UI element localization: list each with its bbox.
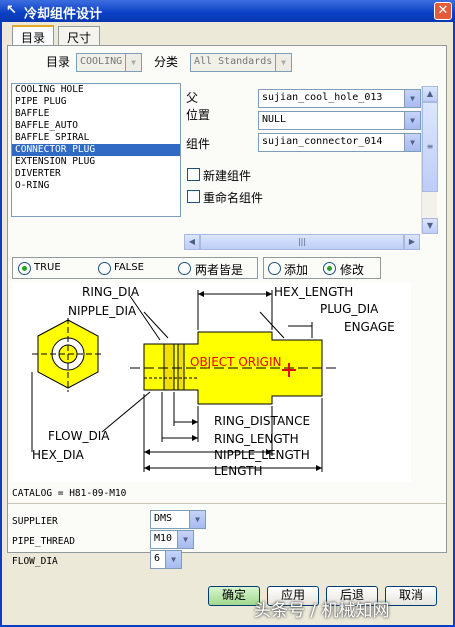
title-bar: ↖ 冷却组件设计 ✕ xyxy=(0,0,455,22)
supplier-select[interactable]: DMS ▼ xyxy=(150,510,206,529)
radio-both[interactable] xyxy=(178,262,191,275)
param-label-pipe-thread: PIPE_THREAD xyxy=(12,536,75,547)
watermark-text: 头条号 / 机械知网 xyxy=(254,601,390,621)
rename-component-checkbox[interactable] xyxy=(187,190,200,203)
label-object-origin: OBJECT ORIGIN xyxy=(190,355,282,369)
list-item[interactable]: BAFFLE xyxy=(12,108,180,120)
list-item[interactable]: BAFFLE SPIRAL xyxy=(12,132,180,144)
cancel-button[interactable]: 取消 xyxy=(385,586,437,606)
category-value: All Standards xyxy=(194,56,273,67)
chevron-down-icon: ▼ xyxy=(404,112,420,129)
label-hex-dia: HEX_DIA xyxy=(32,448,84,462)
radio-modify-label: 修改 xyxy=(340,263,365,277)
list-item[interactable]: PIPE PLUG xyxy=(12,96,180,108)
app-icon: ↖ xyxy=(6,3,17,18)
scroll-thumb[interactable]: ≡ xyxy=(422,102,438,192)
ok-button[interactable]: 确定 xyxy=(208,586,260,606)
flow-dia-value: 6 xyxy=(154,553,161,564)
param-label-supplier: SUPPLIER xyxy=(12,516,58,527)
radio-both-label: 两者皆是 xyxy=(195,263,244,277)
chevron-down-icon: ▼ xyxy=(275,54,291,71)
component-select[interactable]: sujian_connector_014 ▼ xyxy=(258,133,421,152)
scroll-right-icon[interactable]: ▶ xyxy=(404,234,420,250)
radio-modify[interactable] xyxy=(323,262,336,275)
tab-catalog[interactable]: 目录 xyxy=(12,25,55,47)
label-ring-length: RING_LENGTH xyxy=(214,432,299,446)
list-item-selected[interactable]: CONNECTOR PLUG xyxy=(12,144,180,156)
label-nipple-dia: NIPPLE_DIA xyxy=(68,304,137,318)
horizontal-scrollbar[interactable]: ◀ ||| ▶ xyxy=(184,234,420,250)
vertical-scrollbar[interactable]: ▲ ≡ ▼ xyxy=(421,86,438,234)
component-label: 组件 xyxy=(186,137,211,151)
label-hex-length: HEX_LENGTH xyxy=(274,285,354,299)
scroll-down-icon[interactable]: ▼ xyxy=(422,218,438,234)
pipe-thread-select[interactable]: M10 ▼ xyxy=(150,530,194,549)
close-icon[interactable]: ✕ xyxy=(434,2,452,20)
position-select[interactable]: NULL ▼ xyxy=(258,111,421,130)
radio-false-label: FALSE xyxy=(114,262,144,273)
param-label-flow-dia: FLOW_DIA xyxy=(12,556,58,567)
new-component-checkbox[interactable] xyxy=(187,168,200,181)
chevron-down-icon: ▼ xyxy=(177,531,193,548)
catalog-label: 目录 xyxy=(46,55,71,69)
scroll-thumb-horizontal[interactable]: ||| xyxy=(200,234,404,250)
chevron-down-icon: ▼ xyxy=(125,54,141,71)
radio-true[interactable] xyxy=(18,262,31,275)
label-nipple-length: NIPPLE_LENGTH xyxy=(214,448,310,462)
radio-false[interactable] xyxy=(98,262,111,275)
list-item[interactable]: EXTENSION PLUG xyxy=(12,156,180,168)
chevron-down-icon: ▼ xyxy=(404,90,420,107)
label-length: LENGTH xyxy=(214,464,263,478)
list-item[interactable]: COOLING HOLE xyxy=(12,84,180,96)
parent-value: sujian_cool_hole_013 xyxy=(262,92,383,103)
new-component-label: 新建组件 xyxy=(203,169,252,183)
label-flow-dia: FLOW_DIA xyxy=(48,429,110,443)
radio-add-label: 添加 xyxy=(284,263,309,277)
parent-select[interactable]: sujian_cool_hole_013 ▼ xyxy=(258,89,421,108)
label-engage: ENGAGE xyxy=(344,320,395,334)
list-item[interactable]: DIVERTER xyxy=(12,168,180,180)
divider xyxy=(8,503,446,504)
chevron-down-icon: ▼ xyxy=(165,551,181,568)
rename-component-label: 重命名组件 xyxy=(203,191,264,205)
pipe-thread-value: M10 xyxy=(154,533,173,544)
catalog-select[interactable]: COOLING ▼ xyxy=(76,53,142,72)
label-ring-distance: RING_DISTANCE xyxy=(214,414,311,428)
category-select[interactable]: All Standards ▼ xyxy=(190,53,292,72)
list-item[interactable]: O-RING xyxy=(12,180,180,192)
position-label: 位置 xyxy=(186,108,211,122)
position-value: NULL xyxy=(262,114,287,125)
parent-label: 父 xyxy=(186,91,199,105)
category-label: 分类 xyxy=(154,55,179,69)
window-title: 冷却组件设计 xyxy=(24,7,103,22)
flow-dia-select[interactable]: 6 ▼ xyxy=(150,550,182,569)
tab-dimensions[interactable]: 尺寸 xyxy=(58,26,101,46)
scroll-left-icon[interactable]: ◀ xyxy=(184,234,200,250)
label-ring-dia: RING_DIA xyxy=(82,285,140,299)
radio-add[interactable] xyxy=(268,262,281,275)
catalog-value: COOLING xyxy=(80,56,123,67)
chevron-down-icon: ▼ xyxy=(189,511,205,528)
label-plug-dia: PLUG_DIA xyxy=(320,302,379,316)
scroll-up-icon[interactable]: ▲ xyxy=(422,86,438,102)
list-item[interactable]: BAFFLE_AUTO xyxy=(12,120,180,132)
chevron-down-icon: ▼ xyxy=(404,134,420,151)
radio-true-label: TRUE xyxy=(34,262,61,273)
supplier-value: DMS xyxy=(154,513,173,524)
connector-plug-diagram: RING_DIA NIPPLE_DIA HEX_LENGTH PLUG_DIA … xyxy=(12,282,411,482)
catalog-code: CATALOG = H81-09-M10 xyxy=(12,488,127,499)
component-list[interactable]: COOLING HOLE PIPE PLUG BAFFLE BAFFLE_AUT… xyxy=(11,83,181,217)
component-value: sujian_connector_014 xyxy=(262,136,383,147)
